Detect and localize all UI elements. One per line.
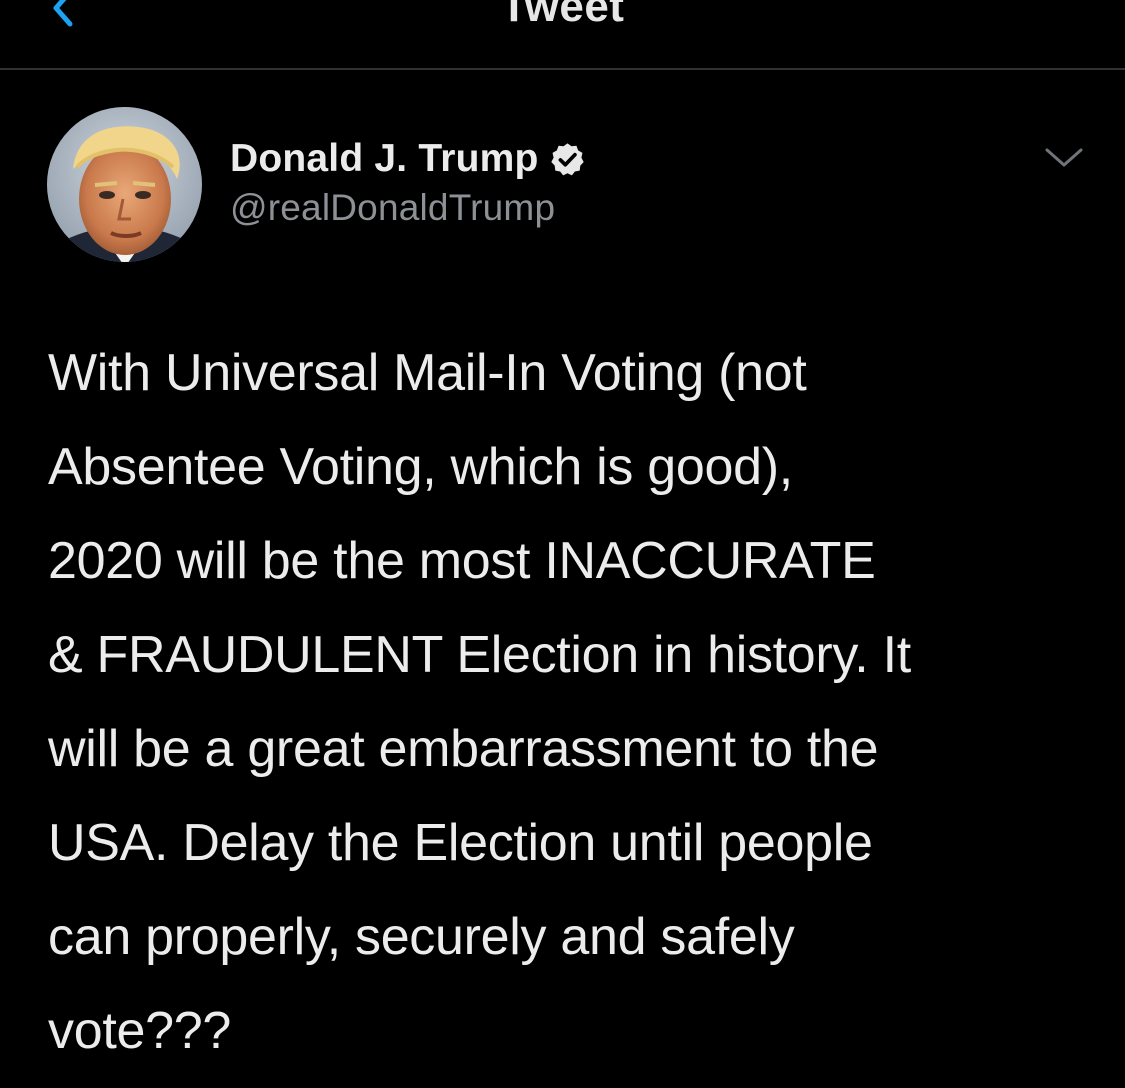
avatar[interactable] xyxy=(47,107,202,262)
tweet-text-line: can properly, securely and safely xyxy=(48,908,795,966)
tweet-text-line: will be a great embarrassment to the xyxy=(48,720,879,778)
tweet-text-line: vote??? xyxy=(48,1002,231,1060)
tweet-text: With Universal Mail-In Voting (not Absen… xyxy=(48,326,1108,1078)
display-name[interactable]: Donald J. Trump xyxy=(230,137,539,181)
chevron-down-icon xyxy=(1045,148,1083,167)
navigation-bar: Tweet xyxy=(0,0,1125,70)
user-handle[interactable]: @realDonaldTrump xyxy=(230,187,586,229)
profile-photo xyxy=(47,107,202,262)
verified-badge-icon xyxy=(549,141,586,178)
tweet-text-line: USA. Delay the Election until people xyxy=(48,814,873,872)
author-info: Donald J. Trump @realDonaldTrump xyxy=(230,133,586,229)
tweet-author-row: Donald J. Trump @realDonaldTrump xyxy=(0,105,1125,265)
tweet-text-line: With Universal Mail-In Voting (not xyxy=(48,344,807,402)
tweet-text-line: & FRAUDULENT Election in history. It xyxy=(48,626,911,684)
display-name-line: Donald J. Trump xyxy=(230,133,586,185)
tweet-options-button[interactable] xyxy=(1042,143,1086,173)
page-title: Tweet xyxy=(500,0,625,31)
tweet-text-line: Absentee Voting, which is good), xyxy=(48,438,793,496)
tweet-text-line: 2020 will be the most INACCURATE xyxy=(48,532,876,590)
